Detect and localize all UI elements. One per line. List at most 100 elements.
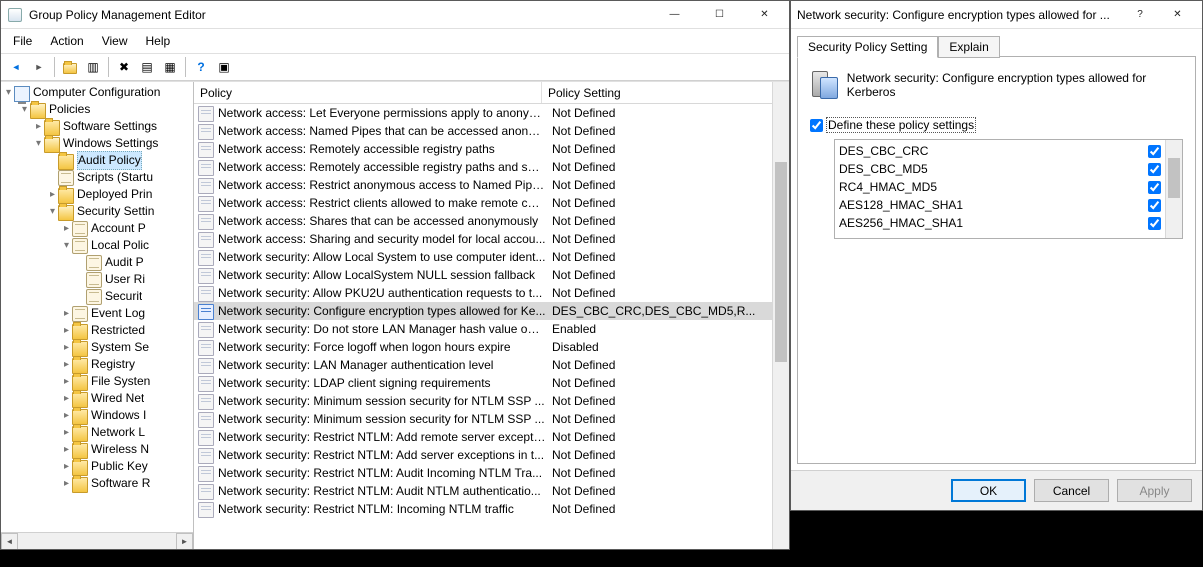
back-button[interactable] — [5, 56, 27, 78]
main-title: Group Policy Management Editor — [29, 8, 652, 22]
menu-file[interactable]: File — [5, 31, 40, 51]
tree-item[interactable]: ▸System Se — [1, 339, 193, 356]
export-button[interactable]: ▦ — [159, 56, 181, 78]
encryption-type-checkbox[interactable] — [1148, 181, 1161, 194]
show-hide-tree-button[interactable]: ▥ — [82, 56, 104, 78]
policy-row[interactable]: Network access: Restrict anonymous acces… — [194, 176, 789, 194]
encryption-type-checkbox[interactable] — [1148, 145, 1161, 158]
tree-item[interactable]: ▾Local Polic — [1, 237, 193, 254]
policy-row[interactable]: Network security: Restrict NTLM: Add ser… — [194, 446, 789, 464]
enc-list-scrollbar[interactable] — [1165, 140, 1182, 238]
define-policy-checkbox[interactable] — [810, 119, 823, 132]
policy-name: Network security: Configure encryption t… — [218, 304, 546, 318]
properties-button[interactable]: ▤ — [136, 56, 158, 78]
apply-button[interactable]: Apply — [1117, 479, 1192, 502]
tree-item[interactable]: Securit — [1, 288, 193, 305]
col-policy[interactable]: Policy — [194, 82, 542, 103]
ok-button[interactable]: OK — [951, 479, 1026, 502]
encryption-type-checkbox[interactable] — [1148, 163, 1161, 176]
dialog-close-button[interactable]: ✕ — [1155, 1, 1200, 29]
policy-icon — [198, 430, 214, 446]
tree-item[interactable]: ▸File Systen — [1, 373, 193, 390]
policy-row[interactable]: Network security: Allow Local System to … — [194, 248, 789, 266]
refresh-button[interactable]: ▣ — [213, 56, 235, 78]
policy-row[interactable]: Network access: Restrict clients allowed… — [194, 194, 789, 212]
tree-item[interactable]: ▸Account P — [1, 220, 193, 237]
policy-row[interactable]: Network security: Restrict NTLM: Incomin… — [194, 500, 789, 518]
cancel-button[interactable]: Cancel — [1034, 479, 1109, 502]
policy-row[interactable]: Network security: Minimum session securi… — [194, 410, 789, 428]
tab-strip: Security Policy Setting Explain — [797, 35, 1196, 57]
policy-row[interactable]: Network security: Force logoff when logo… — [194, 338, 789, 356]
policy-row[interactable]: Network security: Restrict NTLM: Audit I… — [194, 464, 789, 482]
tree-item[interactable]: ▸Software R — [1, 475, 193, 492]
policy-row[interactable]: Network security: LDAP client signing re… — [194, 374, 789, 392]
tree-item[interactable]: ▸Windows I — [1, 407, 193, 424]
policy-row[interactable]: Network security: Minimum session securi… — [194, 392, 789, 410]
tree-item[interactable]: Audit P — [1, 254, 193, 271]
encryption-types-list: DES_CBC_CRCDES_CBC_MD5RC4_HMAC_MD5AES128… — [834, 139, 1183, 239]
tree-item[interactable]: ▸Software Settings — [1, 118, 193, 135]
policy-list-pane: Policy Policy Setting Network access: Le… — [194, 82, 789, 549]
policy-row[interactable]: Network access: Remotely accessible regi… — [194, 158, 789, 176]
tree-item[interactable]: ▸Deployed Prin — [1, 186, 193, 203]
tree-root[interactable]: Computer Configuration — [33, 84, 160, 101]
tree-h-scrollbar[interactable]: ◄► — [1, 532, 193, 549]
tree-item[interactable]: ▾Policies — [1, 101, 193, 118]
policy-row[interactable]: Network access: Named Pipes that can be … — [194, 122, 789, 140]
policy-row[interactable]: Network security: Allow LocalSystem NULL… — [194, 266, 789, 284]
policy-row[interactable]: Network security: Configure encryption t… — [194, 302, 789, 320]
menu-view[interactable]: View — [94, 31, 136, 51]
tree-item[interactable]: ▸Restricted — [1, 322, 193, 339]
policy-row[interactable]: Network security: LAN Manager authentica… — [194, 356, 789, 374]
list-v-scrollbar[interactable] — [772, 82, 789, 549]
encryption-type-row[interactable]: RC4_HMAC_MD5 — [839, 178, 1161, 196]
encryption-type-row[interactable]: DES_CBC_CRC — [839, 142, 1161, 160]
policy-row[interactable]: Network access: Sharing and security mod… — [194, 230, 789, 248]
encryption-type-row[interactable]: AES256_HMAC_SHA1 — [839, 214, 1161, 232]
policy-row[interactable]: Network security: Allow PKU2U authentica… — [194, 284, 789, 302]
tree-item[interactable]: ▾Windows Settings — [1, 135, 193, 152]
col-policy-setting[interactable]: Policy Setting — [542, 82, 789, 103]
menu-help[interactable]: Help — [138, 31, 179, 51]
policy-name: Network security: Allow Local System to … — [218, 250, 546, 264]
policy-row[interactable]: Network access: Let Everyone permissions… — [194, 104, 789, 122]
dialog-help-button[interactable]: ? — [1125, 1, 1155, 29]
folder-icon — [72, 375, 88, 391]
menu-action[interactable]: Action — [42, 31, 91, 51]
policy-name: Network security: LDAP client signing re… — [218, 376, 546, 390]
policy-icon — [198, 232, 214, 248]
tab-security-policy-setting[interactable]: Security Policy Setting — [797, 36, 938, 58]
tab-explain[interactable]: Explain — [938, 36, 999, 58]
tree-item[interactable]: ▾Security Settin — [1, 203, 193, 220]
policy-row[interactable]: Network security: Restrict NTLM: Add rem… — [194, 428, 789, 446]
tab-panel: Network security: Configure encryption t… — [797, 56, 1196, 464]
tree-item[interactable]: ▸Registry — [1, 356, 193, 373]
minimize-button[interactable]: — — [652, 1, 697, 29]
tree-item[interactable]: ▸Wireless N — [1, 441, 193, 458]
dialog-title: Network security: Configure encryption t… — [797, 8, 1125, 22]
policy-row[interactable]: Network security: Do not store LAN Manag… — [194, 320, 789, 338]
forward-button[interactable] — [28, 56, 50, 78]
delete-button[interactable]: ✖ — [113, 56, 135, 78]
policy-row[interactable]: Network access: Remotely accessible regi… — [194, 140, 789, 158]
tree-item[interactable]: ▸Public Key — [1, 458, 193, 475]
maximize-button[interactable]: ☐ — [697, 1, 742, 29]
tree-item[interactable]: ▸Wired Net — [1, 390, 193, 407]
tree-item[interactable]: Scripts (Startu — [1, 169, 193, 186]
policy-row[interactable]: Network access: Shares that can be acces… — [194, 212, 789, 230]
encryption-type-checkbox[interactable] — [1148, 199, 1161, 212]
close-button[interactable]: ✕ — [742, 1, 787, 29]
up-button[interactable] — [59, 56, 81, 78]
tree-item[interactable]: User Ri — [1, 271, 193, 288]
policy-row[interactable]: Network security: Restrict NTLM: Audit N… — [194, 482, 789, 500]
help-button[interactable]: ? — [190, 56, 212, 78]
encryption-type-row[interactable]: AES128_HMAC_SHA1 — [839, 196, 1161, 214]
tree-item[interactable]: Audit Policy — [1, 152, 193, 169]
policy-setting: Not Defined — [546, 286, 789, 300]
scroll-icon — [86, 255, 102, 271]
tree-item[interactable]: ▸Network L — [1, 424, 193, 441]
encryption-type-checkbox[interactable] — [1148, 217, 1161, 230]
tree-item[interactable]: ▸Event Log — [1, 305, 193, 322]
encryption-type-row[interactable]: DES_CBC_MD5 — [839, 160, 1161, 178]
